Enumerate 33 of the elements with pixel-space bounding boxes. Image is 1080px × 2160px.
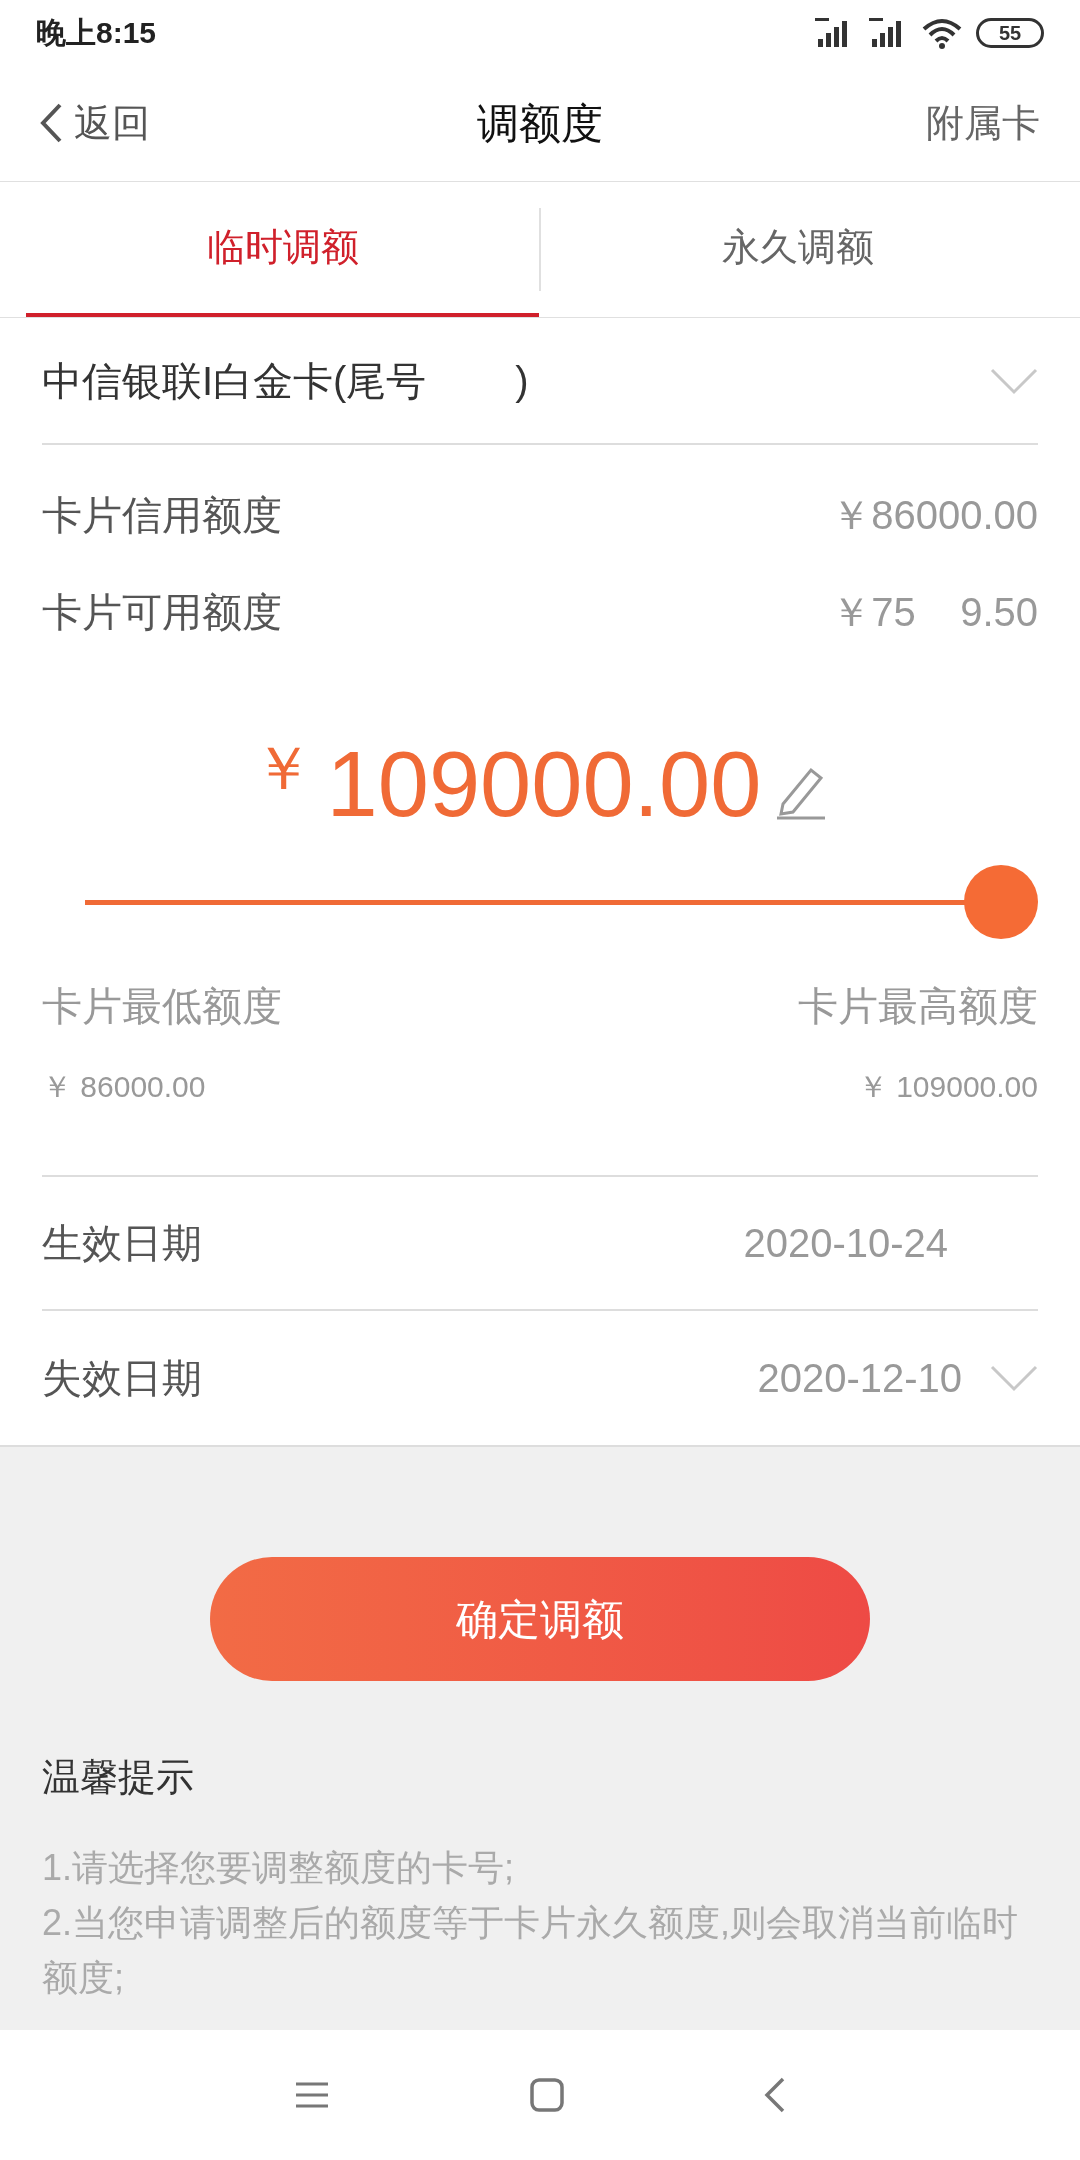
wifi-icon [922, 16, 962, 49]
tab[interactable]: 永久调额 [541, 182, 1054, 317]
date-value: 2020-10-24 [743, 1220, 948, 1267]
limit-label: 卡片可用额度 [42, 588, 282, 636]
min-limit-value: ￥ 86000.00 [42, 1069, 206, 1105]
date-label: 失效日期 [42, 1355, 202, 1402]
home-icon[interactable] [530, 2078, 564, 2112]
dropdown-chevron-icon [990, 1364, 1038, 1392]
amount-value: 109000.00 [326, 738, 762, 830]
min-limit-label: 卡片最低额度 [42, 983, 282, 1030]
limit-label: 卡片信用额度 [42, 491, 282, 539]
dropdown-chevron-icon [990, 366, 1038, 395]
back-icon[interactable] [764, 2077, 786, 2113]
date-value: 2020-12-10 [757, 1355, 962, 1402]
tips-title: 温馨提示 [42, 1755, 195, 1800]
back-chevron-icon [40, 103, 62, 143]
tip-text: 2.当您申请调整后的额度等于卡片永久额度,则会取消当前临时额度; [42, 1901, 1020, 2000]
currency-symbol: ￥ [252, 734, 313, 804]
max-limit-value: ￥ 109000.00 [857, 1069, 1038, 1105]
menu-icon[interactable] [294, 2081, 330, 2109]
max-limit-label: 卡片最高额度 [798, 983, 1038, 1030]
tip-text: 1.请选择您要调整额度的卡号; [42, 1846, 516, 1890]
card-select[interactable]: 中信银联I白金卡(尾号 ) [42, 318, 1038, 445]
date-row[interactable]: 生效日期 2020-10-24 [42, 1177, 1038, 1311]
supplementary-card-link[interactable]: 附属卡 [926, 94, 1040, 152]
limit-value: ￥86000.00 [831, 491, 1038, 539]
date-label: 生效日期 [42, 1220, 202, 1267]
back-button[interactable]: 返回 [40, 94, 150, 152]
status-time: 晚上8:15 [36, 15, 157, 51]
page-title: 调额度 [477, 98, 603, 149]
limit-value: ￥75 9.50 [831, 588, 1038, 636]
date-row[interactable]: 失效日期 2020-12-10 [42, 1311, 1038, 1445]
battery-indicator: 55 [976, 17, 1044, 48]
